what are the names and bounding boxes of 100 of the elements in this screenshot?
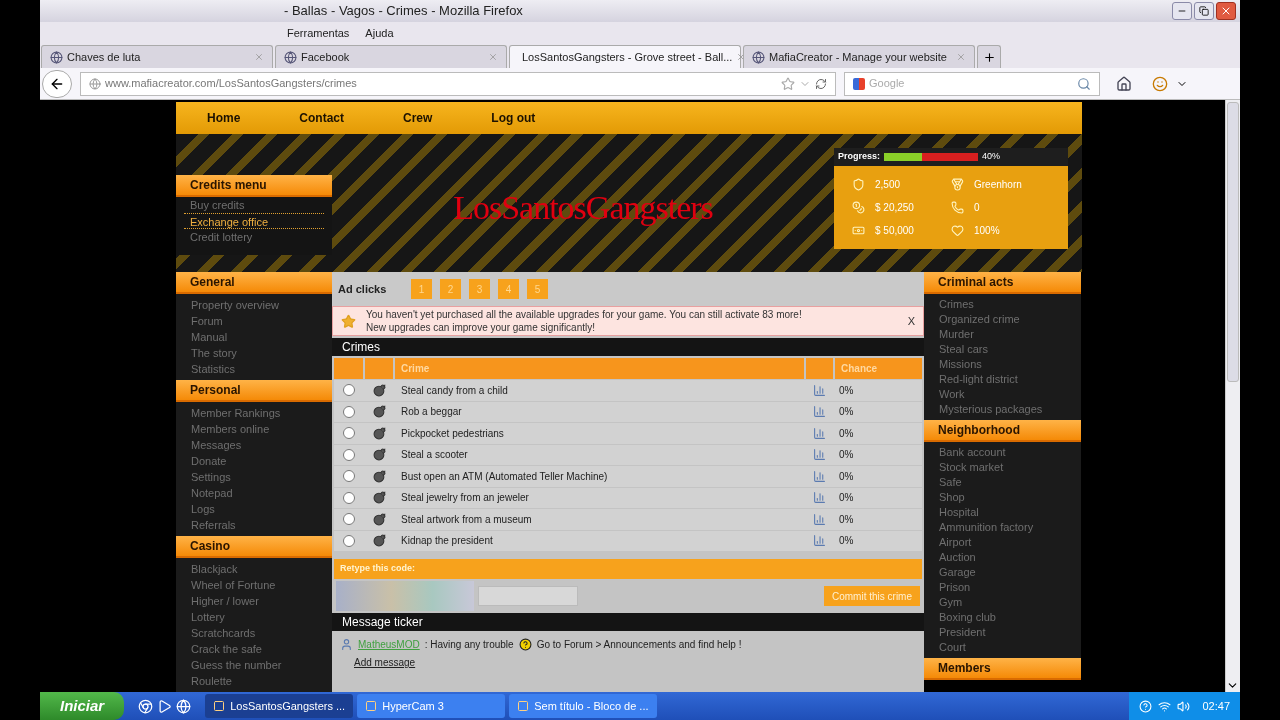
scrollbar[interactable]	[1225, 100, 1240, 692]
sidebar-link[interactable]: Prison	[924, 580, 1081, 595]
search-field[interactable]: Google	[844, 71, 1100, 96]
bar-chart-icon[interactable]	[813, 426, 826, 440]
crime-name[interactable]: Steal a scooter	[401, 447, 468, 463]
sidebar-link[interactable]: Court	[924, 640, 1081, 655]
volume-icon[interactable]	[1177, 699, 1191, 713]
crime-name[interactable]: Kidnap the president	[401, 533, 493, 549]
browser-tab[interactable]: LosSantosGangsters - Grove street - Ball...	[509, 45, 741, 68]
crime-name[interactable]: Steal jewelry from an jeweler	[401, 490, 529, 506]
sidebar-link[interactable]: Murder	[924, 327, 1081, 342]
sidebar-link[interactable]: Statistics	[176, 361, 332, 377]
crime-radio[interactable]	[342, 448, 355, 461]
reload-icon[interactable]	[815, 77, 827, 90]
sidebar-link[interactable]: Organized crime	[924, 312, 1081, 327]
crime-radio[interactable]	[342, 534, 355, 547]
help-icon[interactable]	[1139, 699, 1153, 713]
menu-item[interactable]: Ferramentas	[287, 24, 350, 42]
crime-radio[interactable]	[342, 470, 355, 483]
sidebar-link[interactable]: Mysterious packages	[924, 402, 1081, 417]
sidebar-link[interactable]: Garage	[924, 565, 1081, 580]
bar-chart-icon[interactable]	[813, 448, 826, 462]
sidebar-link[interactable]: Steal cars	[924, 342, 1081, 357]
site-nav-link[interactable]: Crew	[403, 109, 433, 127]
sidebar-link[interactable]: Stock market	[924, 460, 1081, 475]
sidebar-link[interactable]: Hospital	[924, 505, 1081, 520]
sidebar-link[interactable]: Crack the safe	[176, 641, 332, 657]
bar-chart-icon[interactable]	[813, 405, 826, 419]
smiley-icon[interactable]	[1152, 75, 1168, 92]
sidebar-link[interactable]: Scratchcards	[176, 625, 332, 641]
close-tab-icon[interactable]	[488, 52, 498, 62]
sidebar-link[interactable]: Airport	[924, 535, 1081, 550]
sidebar-link[interactable]: Members online	[176, 421, 332, 437]
bar-chart-icon[interactable]	[813, 469, 826, 483]
username-link[interactable]: MatheusMOD	[358, 637, 420, 652]
browser-launch-icon[interactable]	[138, 698, 154, 714]
start-button[interactable]: Iniciar	[40, 692, 125, 720]
search-input[interactable]: Google	[869, 75, 1073, 92]
close-notice-button[interactable]: X	[907, 312, 915, 330]
sidebar-link[interactable]: Wheel of Fortune	[176, 577, 332, 593]
sidebar-link[interactable]: President	[924, 625, 1081, 640]
media-player-icon[interactable]	[157, 698, 173, 714]
close-tab-icon[interactable]	[956, 52, 966, 62]
back-button[interactable]	[42, 69, 72, 98]
sidebar-link[interactable]: Guess the number	[176, 657, 332, 673]
bar-chart-icon[interactable]	[813, 383, 826, 397]
taskbar-button[interactable]: LosSantosGangsters ...	[205, 694, 354, 718]
credits-menu-link[interactable]: Buy credits	[184, 197, 324, 213]
sidebar-link[interactable]: Work	[924, 387, 1081, 402]
site-nav-link[interactable]: Contact	[299, 109, 344, 127]
browser-tab[interactable]: MafiaCreator - Manage your website	[743, 45, 975, 68]
taskbar-button[interactable]: Sem título - Bloco de ...	[509, 694, 658, 718]
site-nav-link[interactable]: Home	[207, 109, 241, 127]
sidebar-link[interactable]: Roulette	[176, 673, 332, 689]
close-tab-icon[interactable]	[254, 52, 264, 62]
sidebar-link[interactable]: Manual	[176, 329, 332, 345]
close-button[interactable]	[1216, 2, 1236, 20]
sidebar-link[interactable]: Blackjack	[176, 561, 332, 577]
crime-radio[interactable]	[342, 384, 355, 397]
sidebar-link[interactable]: Safe	[924, 475, 1081, 490]
sidebar-link[interactable]: Shop	[924, 490, 1081, 505]
crime-name[interactable]: Pickpocket pedestrians	[401, 425, 504, 441]
credits-menu-link[interactable]: Exchange office	[184, 213, 324, 229]
sidebar-link[interactable]: Settings	[176, 469, 332, 485]
crime-radio[interactable]	[342, 405, 355, 418]
sidebar-link[interactable]: The story	[176, 345, 332, 361]
crime-name[interactable]: Steal candy from a child	[401, 382, 508, 398]
search-icon[interactable]	[1077, 76, 1091, 91]
taskbar-button[interactable]: HyperCam 3	[357, 694, 506, 718]
sidebar-link[interactable]: Ammunition factory	[924, 520, 1081, 535]
sidebar-link[interactable]: Property overview	[176, 297, 332, 313]
sidebar-link[interactable]: Higher / lower	[176, 593, 332, 609]
bar-chart-icon[interactable]	[813, 491, 826, 505]
sidebar-link[interactable]: Gym	[924, 595, 1081, 610]
add-message-link[interactable]: Add message	[354, 655, 916, 670]
crime-name[interactable]: Bust open an ATM (Automated Teller Machine)	[401, 468, 608, 484]
home-icon[interactable]	[1116, 75, 1132, 92]
sidebar-link[interactable]: Red-light district	[924, 372, 1081, 387]
address-bar[interactable]: www.mafiacreator.com/LosSantosGangsters/crimes	[80, 71, 836, 96]
crime-radio[interactable]	[342, 513, 355, 526]
restore-button[interactable]	[1194, 2, 1214, 20]
site-nav-link[interactable]: Log out	[491, 109, 536, 127]
bar-chart-icon[interactable]	[813, 512, 826, 526]
sidebar-link[interactable]: Lottery	[176, 609, 332, 625]
browser-tab[interactable]: Chaves de luta	[41, 45, 273, 68]
globe-launch-icon[interactable]	[176, 698, 192, 714]
sidebar-link[interactable]: Notepad	[176, 485, 332, 501]
sidebar-link[interactable]: Referrals	[176, 517, 332, 533]
sidebar-link[interactable]: Boxing club	[924, 610, 1081, 625]
sidebar-link[interactable]: Crimes	[924, 297, 1081, 312]
sidebar-link[interactable]: Donate	[176, 453, 332, 469]
crime-radio[interactable]	[342, 427, 355, 440]
bar-chart-icon[interactable]	[813, 534, 826, 548]
bookmark-star-icon[interactable]	[781, 76, 795, 91]
sidebar-link[interactable]: Logs	[176, 501, 332, 517]
credits-menu-link[interactable]: Credit lottery	[184, 229, 324, 245]
sidebar-link[interactable]: Missions	[924, 357, 1081, 372]
menu-item[interactable]: Ajuda	[365, 24, 394, 42]
sidebar-link[interactable]: Messages	[176, 437, 332, 453]
new-tab-button[interactable]	[977, 45, 1001, 68]
